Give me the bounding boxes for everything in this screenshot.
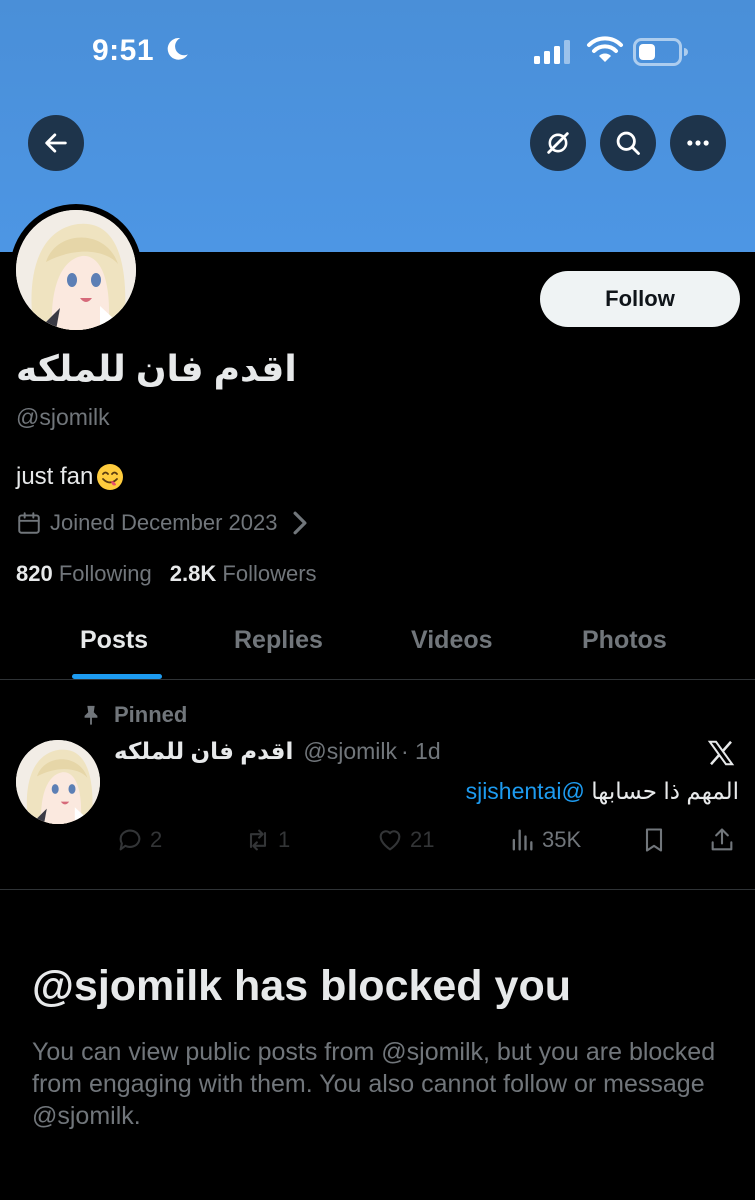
battery-icon: [633, 38, 688, 66]
follow-button[interactable]: Follow: [540, 271, 740, 327]
post-text: المهم ذا حسابها @sjishentai: [466, 778, 739, 805]
back-button[interactable]: [28, 115, 84, 171]
bio-text: just fan: [16, 463, 94, 490]
joined-text: Joined December 2023: [50, 510, 278, 535]
search-button[interactable]: [600, 115, 656, 171]
moon-icon: [167, 38, 188, 60]
views-chart-icon: [512, 829, 533, 851]
anime-avatar-image: [16, 740, 100, 824]
profile-avatar[interactable]: [10, 204, 142, 336]
pinned-indicator: Pinned: [80, 702, 187, 728]
share-icon: [711, 828, 733, 851]
pin-icon: [84, 705, 98, 726]
status-time: 9:51: [92, 34, 155, 67]
active-tab-indicator: [72, 674, 162, 679]
post-author-handle[interactable]: @sjomilk: [303, 738, 397, 765]
arrow-left-icon: [45, 133, 67, 153]
tab-posts[interactable]: Posts: [80, 626, 148, 655]
post-text-body: المهم ذا حسابها: [591, 778, 739, 804]
tab-videos[interactable]: Videos: [411, 626, 493, 655]
post-author-name[interactable]: اقدم فان للملكه: [114, 738, 293, 765]
like-count: 21: [410, 827, 435, 852]
reply-icon: [119, 829, 141, 851]
search-icon: [616, 131, 640, 155]
views-count: 35K: [542, 827, 582, 852]
more-horizontal-icon: [687, 140, 709, 146]
tab-replies[interactable]: Replies: [234, 626, 323, 655]
following-label: Following: [58, 561, 152, 586]
reply-button[interactable]: 2: [116, 826, 162, 854]
profile-handle: @sjomilk: [16, 404, 110, 430]
yum-emoji-icon: [97, 464, 124, 490]
more-options-button[interactable]: [670, 115, 726, 171]
pinned-label: Pinned: [114, 702, 188, 727]
repost-count: 1: [278, 827, 291, 852]
repost-icon: [249, 829, 267, 851]
profile-stats: 820 Following 2.8K Followers: [16, 561, 317, 587]
profile-bio: just fan: [16, 462, 125, 492]
repost-button[interactable]: 1: [244, 826, 290, 854]
anime-avatar-image: [16, 210, 136, 330]
bookmark-icon: [645, 828, 663, 852]
share-button[interactable]: [708, 826, 742, 854]
calendar-icon: [18, 512, 40, 534]
wifi-icon: [587, 36, 623, 62]
joined-date[interactable]: Joined December 2023: [16, 510, 321, 536]
following-link[interactable]: 820 Following: [16, 561, 152, 586]
like-button[interactable]: 21: [376, 826, 434, 854]
views-button[interactable]: 35K: [508, 826, 581, 854]
pinned-post[interactable]: Pinned اقدم فان للملكه @sjomilk · 1d الم…: [0, 680, 755, 890]
status-bar: 9:51: [0, 0, 755, 100]
heart-icon: [379, 830, 401, 851]
profile-display-name: اقدم فان للملكه: [16, 348, 297, 389]
post-header: اقدم فان للملكه @sjomilk · 1d: [114, 738, 441, 765]
blocked-title: @sjomilk has blocked you: [32, 962, 571, 1010]
reply-count: 2: [150, 827, 163, 852]
followers-link[interactable]: 2.8K Followers: [170, 561, 317, 586]
post-mention-link[interactable]: @sjishentai: [466, 778, 585, 804]
cellular-signal-icon: [534, 40, 570, 64]
profile-tabs: Posts Replies Videos Photos: [0, 600, 755, 680]
post-author-avatar[interactable]: [16, 740, 100, 824]
bookmark-button[interactable]: [640, 826, 674, 854]
chevron-right-icon: [293, 511, 307, 535]
post-actions: 2 1 21 35K: [0, 820, 755, 860]
x-logo-icon: [707, 740, 735, 766]
followers-count: 2.8K: [169, 561, 217, 586]
followers-label: Followers: [222, 561, 317, 586]
post-time: · 1d: [401, 738, 441, 764]
grok-button[interactable]: [530, 115, 586, 171]
blocked-message: You can view public posts from @sjomilk,…: [32, 1038, 716, 1130]
tab-photos[interactable]: Photos: [582, 626, 667, 655]
following-count: 820: [16, 561, 53, 586]
grok-icon: [547, 132, 569, 154]
